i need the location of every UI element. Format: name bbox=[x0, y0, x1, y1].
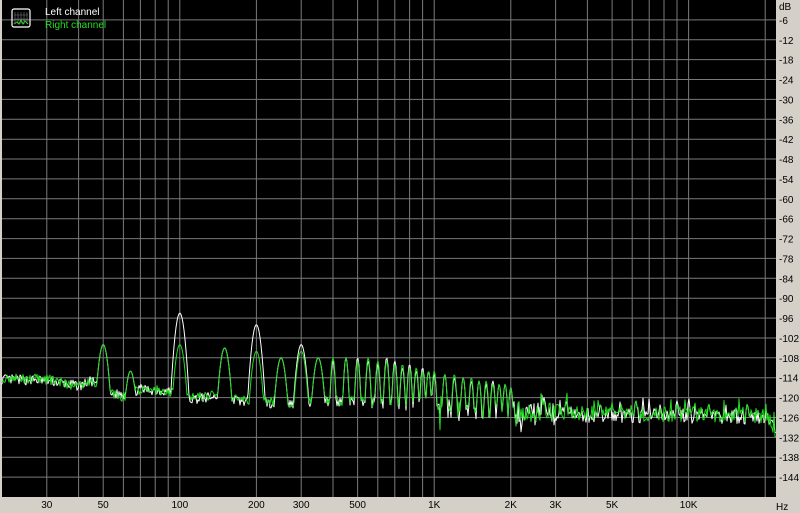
y-tick-label: -102 bbox=[779, 334, 799, 345]
y-tick-label: -60 bbox=[779, 195, 794, 206]
spectrum-chart: 30 50 100 200 300 500 1K 2K 3K 5K 10K -6-12-18-24-… bbox=[1, 0, 799, 513]
x-tick-label: 3K bbox=[549, 500, 562, 511]
y-tick-label: -138 bbox=[779, 453, 799, 464]
x-axis-labels: 30 50 100 200 300 500 1K 2K 3K 5K 10K bbox=[41, 500, 698, 511]
y-tick-label: -30 bbox=[779, 95, 794, 106]
x-tick-label: 500 bbox=[349, 500, 366, 511]
x-tick-label: 50 bbox=[98, 500, 110, 511]
y-tick-label: -132 bbox=[779, 433, 799, 444]
y-tick-label: -96 bbox=[779, 314, 794, 325]
y-tick-label: -108 bbox=[779, 354, 799, 365]
y-tick-label: -6 bbox=[779, 16, 788, 27]
x-tick-label: 300 bbox=[293, 500, 310, 511]
y-tick-label: -120 bbox=[779, 394, 799, 405]
y-tick-label: -78 bbox=[779, 254, 794, 265]
y-tick-label: -12 bbox=[779, 36, 794, 47]
y-axis-labels: -6 -12 -18 -24 -30 -36 -42 -48 -54 -60 -66 -72 -78 -8… bbox=[779, 16, 799, 484]
y-tick-label: -84 bbox=[779, 274, 794, 285]
y-tick-label: -72 bbox=[779, 235, 794, 246]
legend-right-channel: Right channel bbox=[45, 20, 106, 31]
x-tick-label: 10K bbox=[680, 500, 698, 511]
y-tick-label: -42 bbox=[779, 135, 794, 146]
y-tick-label: -24 bbox=[779, 76, 794, 87]
plot-area bbox=[2, 0, 776, 497]
x-tick-label: 5K bbox=[606, 500, 619, 511]
x-tick-label: 1K bbox=[428, 500, 441, 511]
y-tick-label: -18 bbox=[779, 56, 794, 67]
y-tick-label: -114 bbox=[779, 374, 799, 385]
y-tick-label: -48 bbox=[779, 155, 794, 166]
x-tick-label: 100 bbox=[171, 500, 188, 511]
y-axis-unit: dB bbox=[779, 2, 792, 13]
legend-left-channel: Left channel bbox=[45, 7, 100, 18]
y-tick-label: -126 bbox=[779, 414, 799, 425]
y-tick-label: -90 bbox=[779, 294, 794, 305]
y-tick-label: -144 bbox=[779, 473, 799, 484]
x-tick-label: 30 bbox=[41, 500, 53, 511]
y-tick-label: -54 bbox=[779, 175, 794, 186]
x-axis-unit: Hz bbox=[776, 502, 788, 513]
x-tick-label: 200 bbox=[248, 500, 265, 511]
y-tick-label: -36 bbox=[779, 115, 794, 126]
x-tick-label: 2K bbox=[505, 500, 518, 511]
y-tick-label: -66 bbox=[779, 215, 794, 226]
